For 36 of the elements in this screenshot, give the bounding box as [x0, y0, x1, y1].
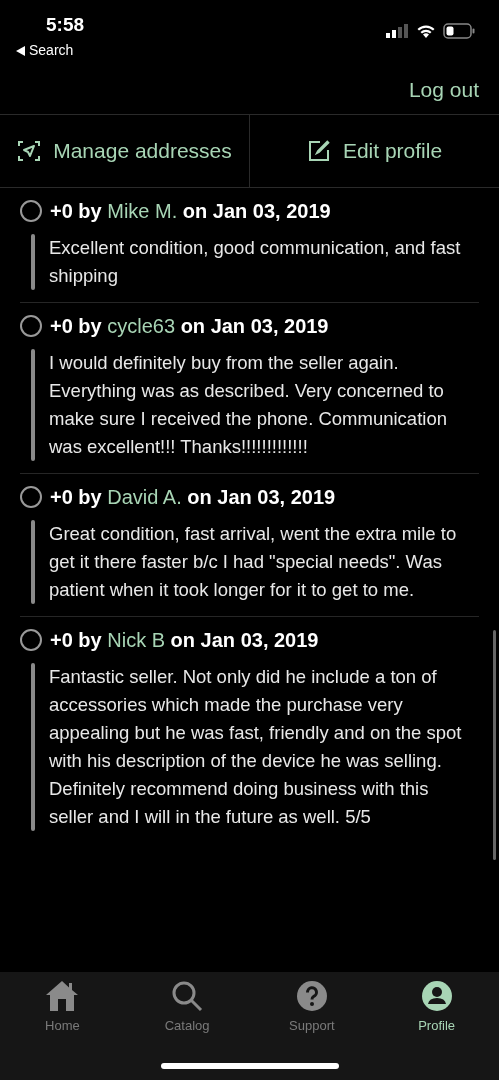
author-link[interactable]: cycle63 [107, 315, 176, 337]
back-arrow-icon[interactable] [16, 45, 25, 56]
battery-icon [443, 23, 475, 39]
quote-bar [31, 234, 35, 290]
review-text: Fantastic seller. Not only did he include a ton of accessories which made the purchase very appealing but he was fast, friendly and on the spot with his description of the device he was selling. Definitely recommend doing business with this seller and I will in the future as well. 5/5 [49, 665, 463, 829]
author-link[interactable]: Nick B [107, 629, 166, 651]
search-icon [171, 980, 204, 1012]
person-icon [420, 980, 453, 1012]
question-mark-icon [295, 980, 328, 1012]
tab-bar-item[interactable]: Profile [374, 980, 499, 1042]
author-link[interactable]: David A. [107, 486, 182, 508]
clock-time: 5:58 [46, 13, 85, 37]
review-heading: +0 by David A. on Jan 03, 2019 [50, 485, 336, 510]
review-text: Excellent condition, good communication, and fast shipping [49, 236, 462, 288]
review-heading: +0 by Nick B on Jan 03, 2019 [50, 628, 319, 653]
home-icon [45, 980, 80, 1012]
edit-icon [306, 139, 331, 163]
radio-button[interactable] [20, 200, 42, 222]
wifi-icon [416, 23, 436, 38]
location-arrow-icon [17, 139, 42, 163]
tab-bar-item[interactable]: Support [249, 980, 375, 1042]
review-text: I would definitely buy from the seller again. Everything was as described. Very concerned to make sure I received the phone. Communication was excellent!!! Thanks!!!!!!!!!!!!! [49, 351, 448, 459]
radio-button[interactable] [20, 629, 42, 651]
back-link[interactable]: Search [29, 40, 74, 61]
review-text: Great condition, fast arrival, went the extra mile to get it there faster b/c I had "special needs". Was patient when it took longer for it to get to me. [49, 522, 458, 602]
review-heading: +0 by Mike M. on Jan 03, 2019 [50, 199, 331, 224]
signal-icon [386, 24, 408, 38]
author-link[interactable]: Mike M. [107, 200, 178, 222]
edit-profile-button[interactable]: Edit profile [249, 115, 499, 187]
manage-addresses-button[interactable]: Manage addresses [0, 115, 249, 187]
tab-bar-item[interactable]: Catalog [124, 980, 250, 1042]
radio-button[interactable] [20, 486, 42, 508]
tab-bar-item[interactable]: Home [0, 980, 125, 1042]
log-out-button[interactable]: Log out [408, 74, 479, 106]
review-heading: +0 by cycle63 on Jan 03, 2019 [50, 314, 329, 339]
radio-button[interactable] [20, 315, 42, 337]
